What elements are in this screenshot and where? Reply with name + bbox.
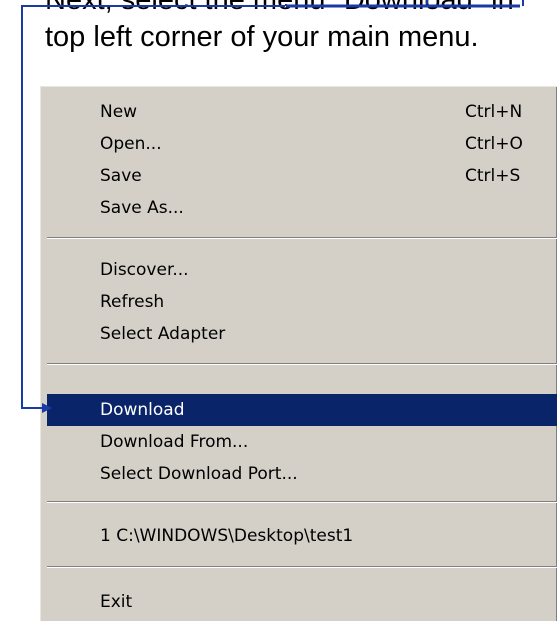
menu-separator (47, 237, 557, 239)
menu-separator (47, 501, 557, 503)
menu-item-new[interactable]: New Ctrl+N (47, 96, 557, 128)
menu-item-label: Exit (100, 592, 133, 612)
menu-item-select-adapter[interactable]: Select Adapter (47, 318, 557, 350)
menu-item-save-as[interactable]: Save As... (47, 192, 557, 224)
menu-item-label: 1 C:\WINDOWS\Desktop\test1 (100, 526, 354, 546)
menu-item-save[interactable]: Save Ctrl+S (47, 160, 557, 192)
menu-item-label: Save (100, 166, 142, 186)
file-menu: New Ctrl+N Open... Ctrl+O Save Ctrl+S Sa… (38, 84, 557, 621)
menu-item-label: Select Download Port... (100, 464, 298, 484)
menu-item-recent-file-1[interactable]: 1 C:\WINDOWS\Desktop\test1 (47, 520, 557, 552)
menu-item-open[interactable]: Open... Ctrl+O (47, 128, 557, 160)
menu-item-label: Open... (100, 134, 162, 154)
menu-separator (47, 566, 557, 568)
instruction-text-line-1: Next, select the menu "Download" in (45, 0, 514, 16)
menu-item-discover[interactable]: Discover... (47, 254, 557, 286)
menu-item-refresh[interactable]: Refresh (47, 286, 557, 318)
menu-item-shortcut: Ctrl+O (465, 134, 523, 154)
menu-item-label: Select Adapter (100, 324, 226, 344)
menu-item-shortcut: Ctrl+N (465, 102, 523, 122)
menu-item-label: Save As... (100, 198, 184, 218)
menu-separator (47, 363, 557, 365)
menu-item-label: New (100, 102, 138, 122)
menu-item-select-download-port[interactable]: Select Download Port... (47, 458, 557, 490)
menu-item-label: Refresh (100, 292, 165, 312)
menu-item-exit[interactable]: Exit (47, 586, 557, 618)
menu-item-download[interactable]: Download (47, 394, 557, 426)
menu-item-download-from[interactable]: Download From... (47, 426, 557, 458)
menu-item-label: Download (100, 400, 185, 420)
menu-item-shortcut: Ctrl+S (465, 166, 521, 186)
menu-item-label: Discover... (100, 260, 189, 280)
menu-item-label: Download From... (100, 432, 249, 452)
instruction-text-line-2: top left corner of your main menu. (45, 21, 479, 53)
